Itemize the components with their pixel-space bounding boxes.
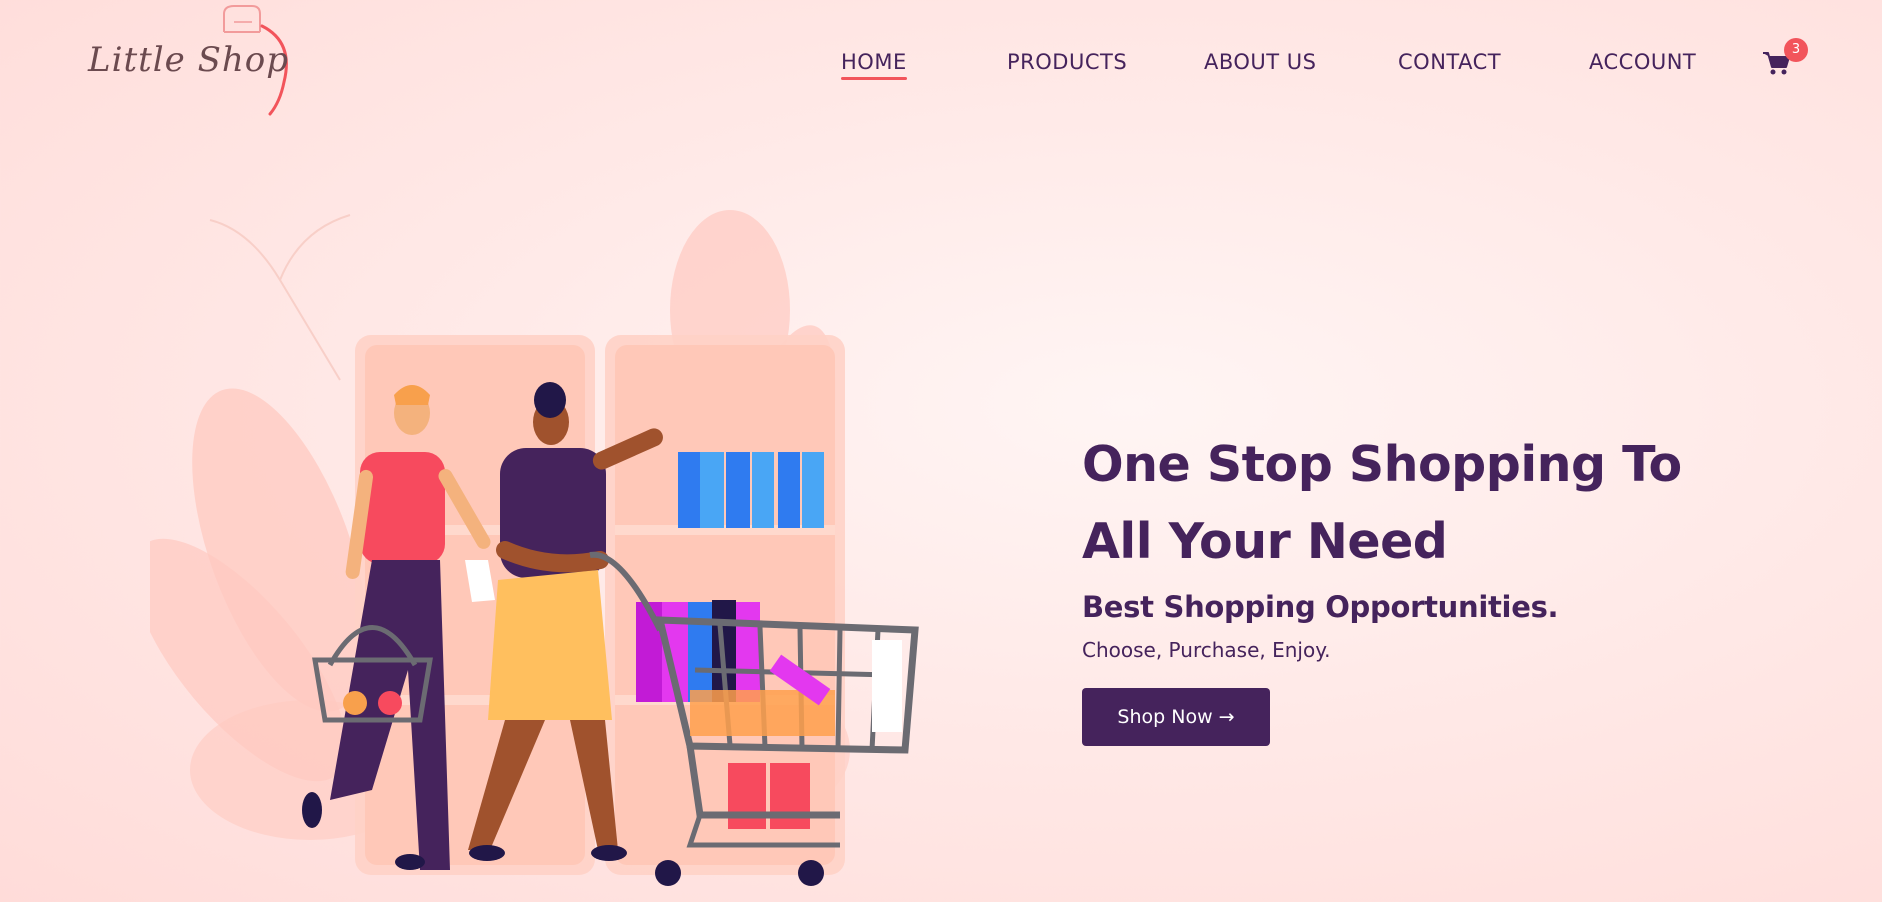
hero-illustration (133, 190, 950, 902)
hero-headline-line2: All Your Need (1082, 513, 1448, 570)
hero-tagline: Choose, Purchase, Enjoy. (1082, 638, 1331, 662)
hero-headline-line1: One Stop Shopping To (1082, 436, 1682, 493)
hero-text: One Stop Shopping To All Your Need Best … (1082, 426, 1802, 746)
shoppers-illustration (133, 210, 919, 886)
nav-about-us[interactable]: ABOUT US (1204, 50, 1317, 74)
shop-now-button[interactable]: Shop Now → (1082, 688, 1270, 746)
hero-headline: One Stop Shopping To All Your Need (1082, 426, 1802, 580)
nav-contact[interactable]: CONTACT (1398, 50, 1501, 74)
nav-account[interactable]: ACCOUNT (1589, 50, 1696, 74)
nav-products[interactable]: PRODUCTS (1007, 50, 1127, 74)
site-header: Little Shop HOME PRODUCTS ABOUT US CONTA… (0, 0, 1882, 130)
cart-count-badge: 3 (1784, 38, 1808, 62)
hero-subheadline: Best Shopping Opportunities. (1082, 590, 1559, 624)
main-nav: HOME PRODUCTS ABOUT US CONTACT ACCOUNT (0, 50, 1882, 90)
nav-home[interactable]: HOME (841, 50, 907, 80)
